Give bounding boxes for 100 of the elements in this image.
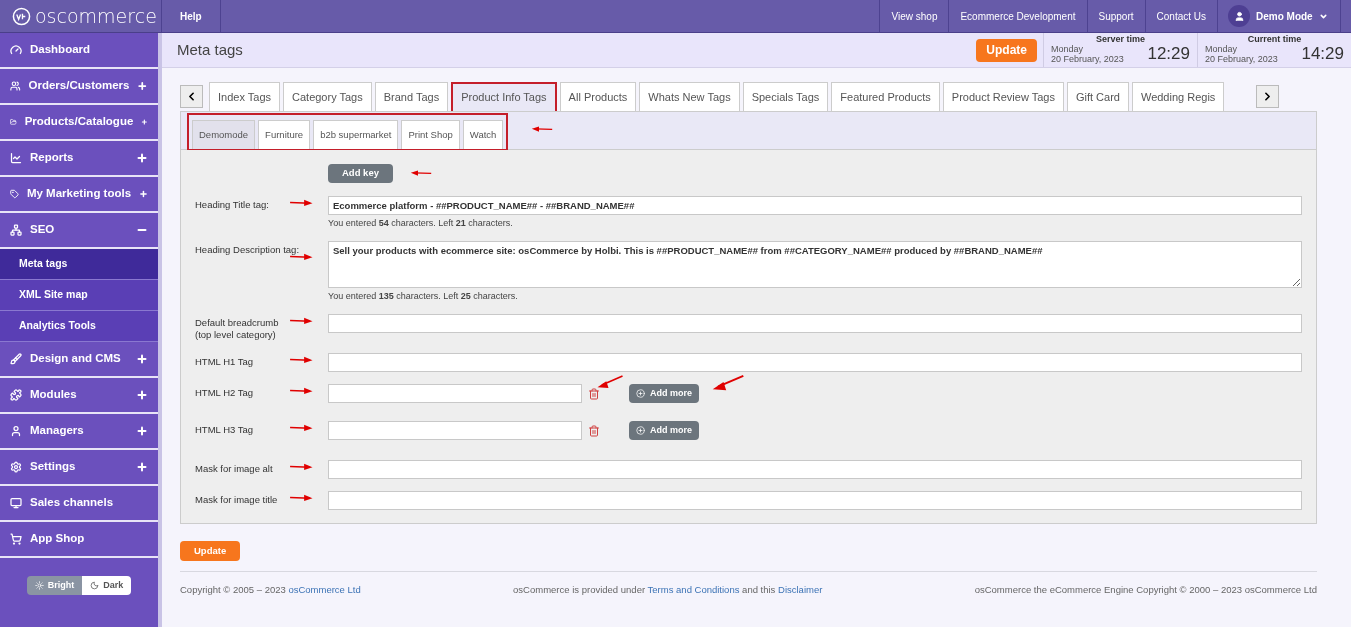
add-key-button[interactable]: Add key <box>328 164 393 183</box>
text-field[interactable] <box>328 314 1302 333</box>
expand-icon[interactable] <box>139 188 148 200</box>
menu-item-icon <box>10 80 21 92</box>
tab[interactable]: Index Tags <box>209 82 280 111</box>
field-label: Mask for image alt <box>195 463 274 475</box>
store-tab[interactable]: b2b supermarket <box>313 120 399 149</box>
logo-icon <box>12 6 31 26</box>
store-tab[interactable]: Watch <box>462 120 504 149</box>
clock-date: 20 February, 2023 <box>1205 54 1278 64</box>
clock-day: Monday <box>1051 44 1124 54</box>
disclaimer-link[interactable]: Disclaimer <box>778 584 823 595</box>
text-field[interactable] <box>328 460 1302 479</box>
expand-icon[interactable] <box>136 425 148 437</box>
expand-icon[interactable] <box>136 461 148 473</box>
text-field[interactable]: Ecommerce platform - ##PRODUCT_NAME## - ##BRAND_NAME## <box>328 196 1302 215</box>
text-field[interactable] <box>328 421 582 440</box>
text-field[interactable] <box>328 491 1302 510</box>
menu-item-icon <box>10 188 19 200</box>
sidebar-item[interactable]: Orders/Customers <box>0 69 158 105</box>
user-avatar-icon <box>1228 5 1250 27</box>
expand-icon[interactable] <box>136 389 148 401</box>
page-title: Meta tags <box>177 39 244 60</box>
submenu-item[interactable]: Meta tags <box>0 249 158 280</box>
terms-link[interactable]: Terms and Conditions <box>647 584 740 595</box>
tab[interactable]: All Products <box>559 82 637 111</box>
tab[interactable]: Brand Tags <box>374 82 449 111</box>
logo[interactable]: oscommerce <box>35 1 157 31</box>
menu-item-icon <box>10 425 22 437</box>
sidebar-item[interactable]: Products/Catalogue <box>0 105 158 141</box>
clock-time: 14:29 <box>1301 43 1344 66</box>
help-link[interactable]: Help <box>162 0 221 32</box>
company-link[interactable]: osCommerce Ltd <box>288 584 361 595</box>
menu-item-icon <box>10 353 22 365</box>
sidebar-item[interactable]: Reports <box>0 141 158 177</box>
submenu-item[interactable]: XML Site map <box>0 280 158 311</box>
plus-circle-icon <box>636 389 645 398</box>
tab[interactable]: Gift Card <box>1066 82 1129 111</box>
field-label: Default breadcrumb (top level category) <box>195 317 280 341</box>
submenu-item[interactable]: Analytics Tools <box>0 311 158 342</box>
field-label: Heading Title tag: <box>195 199 270 211</box>
tab[interactable]: Product Review Tags <box>942 82 1064 111</box>
menu-item-icon <box>10 152 22 164</box>
tab[interactable]: Specials Tags <box>742 82 829 111</box>
sidebar-item[interactable]: Sales channels <box>0 486 158 522</box>
tab[interactable]: Whats New Tags <box>639 82 740 111</box>
scroll-left-button[interactable] <box>180 85 203 108</box>
add-more-button[interactable]: Add more <box>629 421 699 440</box>
field-label: HTML H1 Tag <box>195 356 255 368</box>
character-count: You entered 54 characters. Left 21 characters. <box>328 218 514 229</box>
trash-icon[interactable] <box>588 387 600 400</box>
text-area[interactable]: Sell your products with ecommerce site: osCommerce by Holbi. This is ##PRODUCT_NAME## from ##CATEGORY_NAME## produced by ##BRAND_NAME## <box>328 241 1302 288</box>
topbar-link[interactable]: View shop <box>879 0 949 32</box>
theme-toggle[interactable]: Bright <box>26 576 83 595</box>
character-count: You entered 135 characters. Left 25 characters. <box>328 291 519 302</box>
topbar-link[interactable]: Support <box>1086 0 1145 32</box>
menu-item-icon <box>10 116 17 128</box>
expand-icon[interactable] <box>136 353 148 365</box>
expand-icon[interactable] <box>137 80 148 92</box>
add-more-button[interactable]: Add more <box>629 384 699 403</box>
menu-item-icon <box>10 44 22 56</box>
clock-day: Monday <box>1205 44 1278 54</box>
sidebar-item[interactable]: My Marketing tools <box>0 177 158 213</box>
tab[interactable]: Product Info Tags <box>451 82 557 111</box>
expand-icon[interactable] <box>136 152 148 164</box>
moon-icon <box>90 581 100 590</box>
copyright-text: Copyright © 2005 – 2023 osCommerce Ltd <box>180 583 361 597</box>
sidebar-item[interactable]: App Shop <box>0 522 158 558</box>
clock-label: Current time <box>1246 33 1303 46</box>
sidebar-item[interactable]: Managers <box>0 414 158 450</box>
sidebar-item[interactable]: Modules <box>0 378 158 414</box>
clock-time: 12:29 <box>1147 43 1190 66</box>
menu-item-icon <box>10 224 22 236</box>
sidebar-item[interactable]: Dashboard <box>0 33 158 69</box>
text-field[interactable] <box>328 353 1302 372</box>
tab[interactable]: Wedding Regis <box>1131 82 1225 111</box>
topbar-link[interactable]: Contact Us <box>1144 0 1217 32</box>
topbar-link[interactable]: Ecommerce Development <box>948 0 1087 32</box>
store-tab[interactable]: Demomode <box>192 120 256 149</box>
field-label: Heading Description tag: <box>195 244 301 256</box>
user-menu[interactable]: Demo Mode <box>1217 0 1341 32</box>
field-label: Mask for image title <box>195 494 279 506</box>
field-label: HTML H2 Tag <box>195 387 255 399</box>
field-label: HTML H3 Tag <box>195 424 255 436</box>
sidebar-item[interactable]: Settings <box>0 450 158 486</box>
store-tab[interactable]: Furniture <box>258 120 311 149</box>
sidebar-item[interactable]: Design and CMS <box>0 342 158 378</box>
annotation-arrow <box>596 373 624 390</box>
tab[interactable]: Category Tags <box>283 82 372 111</box>
store-tab[interactable]: Print Shop <box>401 120 460 149</box>
trash-icon[interactable] <box>588 424 600 437</box>
text-field[interactable] <box>328 384 582 403</box>
menu-item-icon <box>10 389 22 401</box>
tab[interactable]: Featured Products <box>831 82 940 111</box>
clock-label: Server time <box>1095 33 1146 46</box>
plus-circle-icon <box>636 426 645 435</box>
expand-icon[interactable] <box>141 116 148 128</box>
clock-date: 20 February, 2023 <box>1051 54 1124 64</box>
scroll-right-button[interactable] <box>1256 85 1279 108</box>
theme-toggle[interactable]: Dark <box>82 576 132 595</box>
